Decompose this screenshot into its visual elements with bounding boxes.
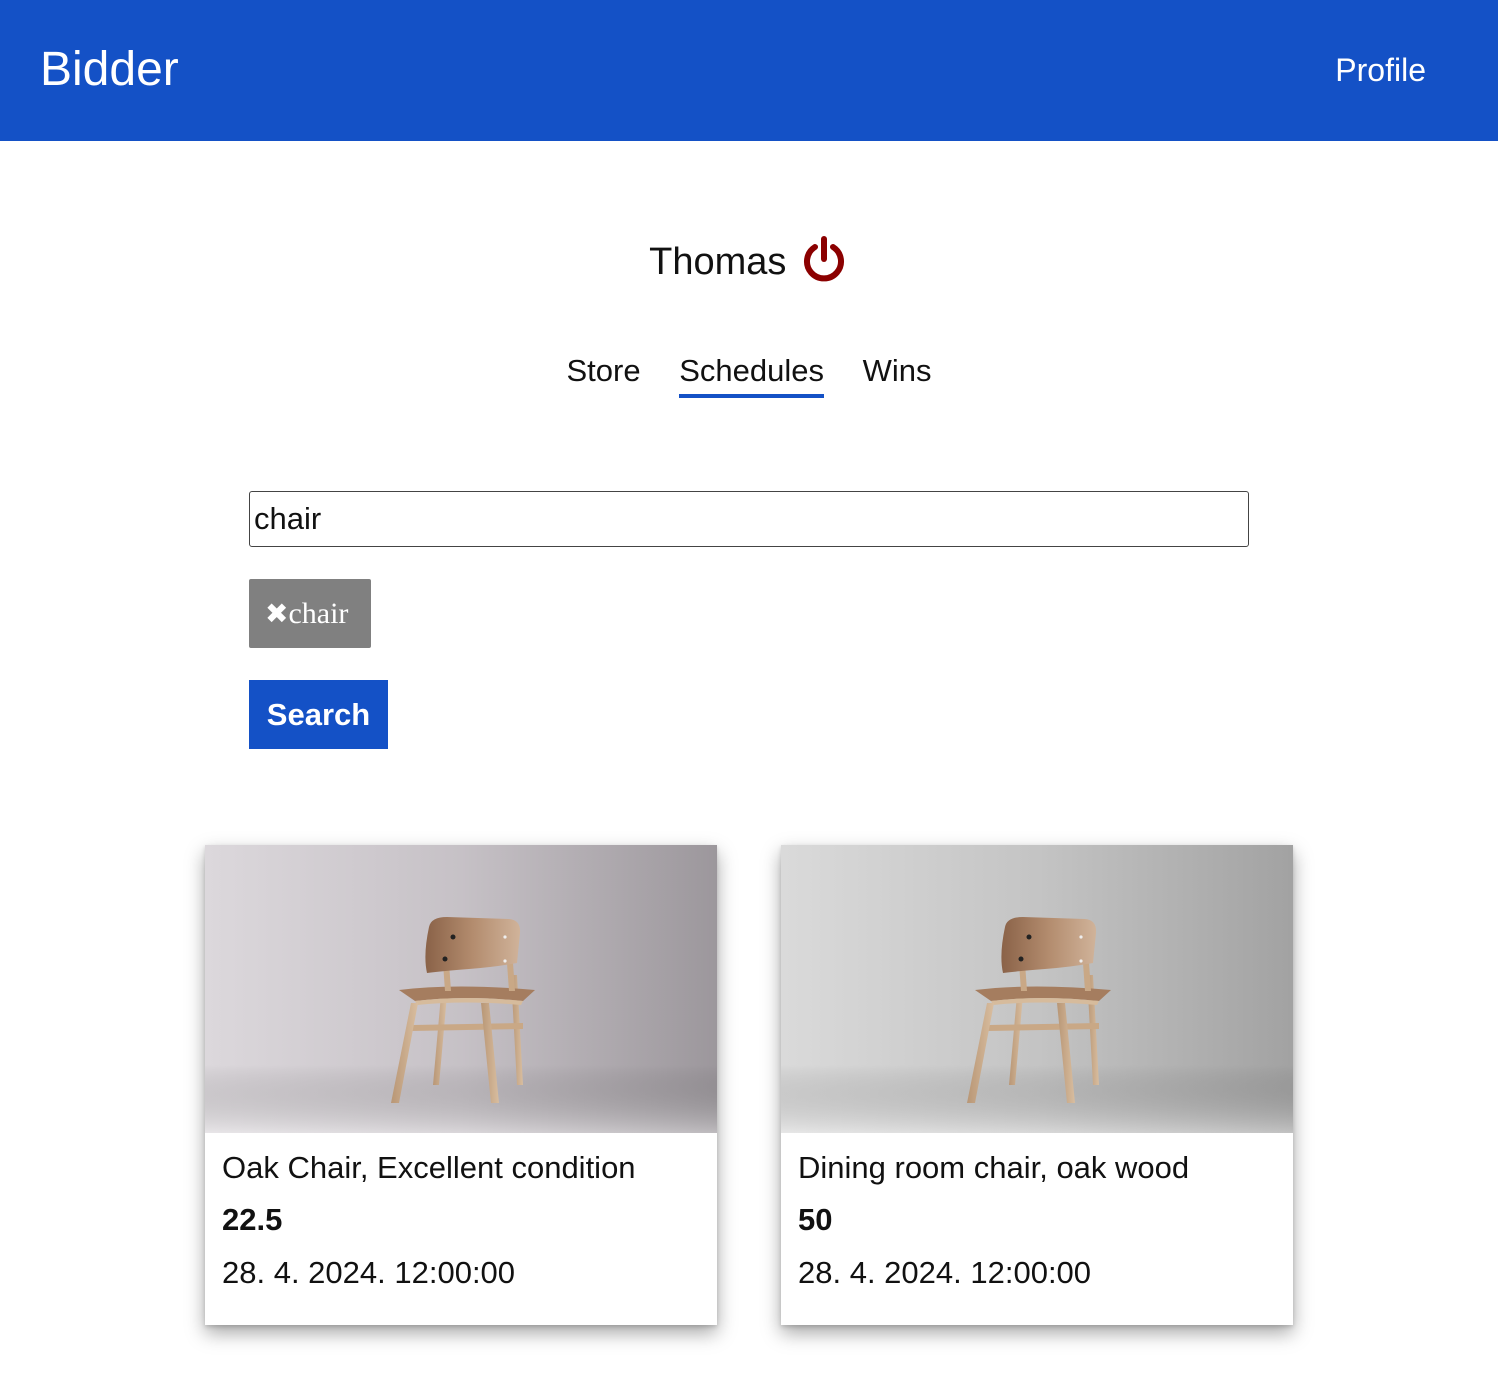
item-date: 28. 4. 2024. 12:00:00 [222,1255,516,1290]
search-input[interactable] [249,491,1249,547]
tab-schedules[interactable]: Schedules [679,350,824,398]
wooden-chair-image [205,845,717,1133]
item-date: 28. 4. 2024. 12:00:00 [798,1255,1092,1290]
item-title: Oak Chair, Excellent condition [222,1150,636,1185]
tab-wins[interactable]: Wins [863,350,932,398]
wooden-chair-image [781,845,1293,1133]
item-price: 50 [798,1202,833,1237]
user-name: Thomas [649,241,787,283]
item-title: Dining room chair, oak wood [798,1150,1190,1185]
top-navbar: Bidder Profile [0,0,1498,141]
section-tabs: Store Schedules Wins [0,350,1498,398]
tag-chip[interactable]: ✖chair [249,579,371,648]
tag-label: chair [288,597,349,630]
item-price: 22.5 [222,1202,283,1237]
close-icon[interactable]: ✖ [265,597,288,630]
profile-link[interactable]: Profile [1335,48,1426,92]
brand-logo-link[interactable]: Bidder [40,40,179,100]
tab-store[interactable]: Store [566,350,640,398]
power-icon[interactable] [799,235,849,285]
search-button[interactable]: Search [249,680,388,749]
user-info: Thomas [0,232,1498,292]
